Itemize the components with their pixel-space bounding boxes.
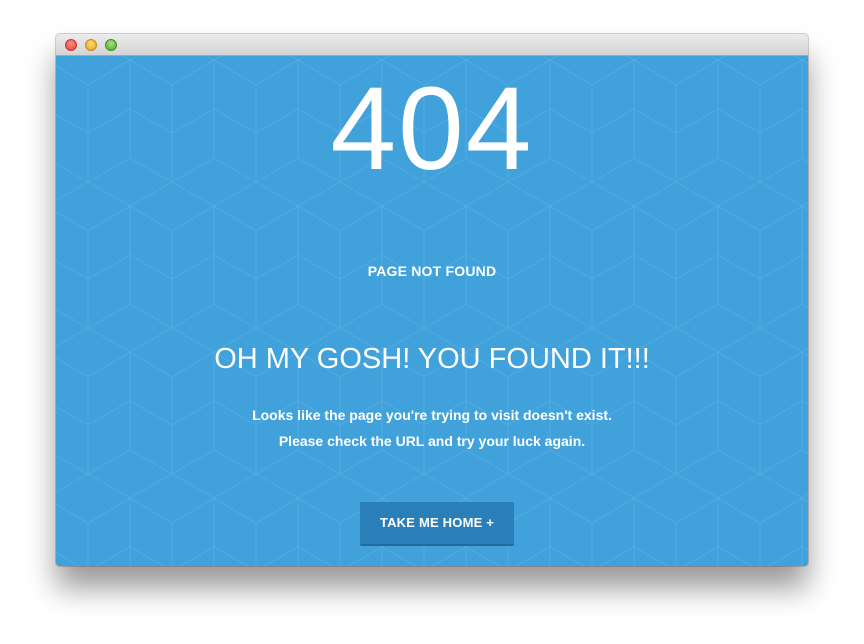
browser-window: 404 PAGE NOT FOUND OH MY GOSH! YOU FOUND… <box>56 34 808 566</box>
error-headline: OH MY GOSH! YOU FOUND IT!!! <box>214 343 650 375</box>
maximize-window-icon[interactable] <box>105 39 117 51</box>
error-message-line-1: Looks like the page you're trying to vis… <box>252 407 612 423</box>
take-me-home-button[interactable]: TAKE ME HOME + <box>360 502 514 544</box>
close-window-icon[interactable] <box>65 39 77 51</box>
error-message: Looks like the page you're trying to vis… <box>56 402 808 454</box>
page-not-found-label: PAGE NOT FOUND <box>367 263 497 279</box>
window-titlebar <box>56 34 808 56</box>
error-page: 404 PAGE NOT FOUND OH MY GOSH! YOU FOUND… <box>56 56 808 566</box>
minimize-window-icon[interactable] <box>85 39 97 51</box>
error-code: 404 <box>330 63 534 195</box>
error-message-line-2: Please check the URL and try your luck a… <box>278 433 586 449</box>
